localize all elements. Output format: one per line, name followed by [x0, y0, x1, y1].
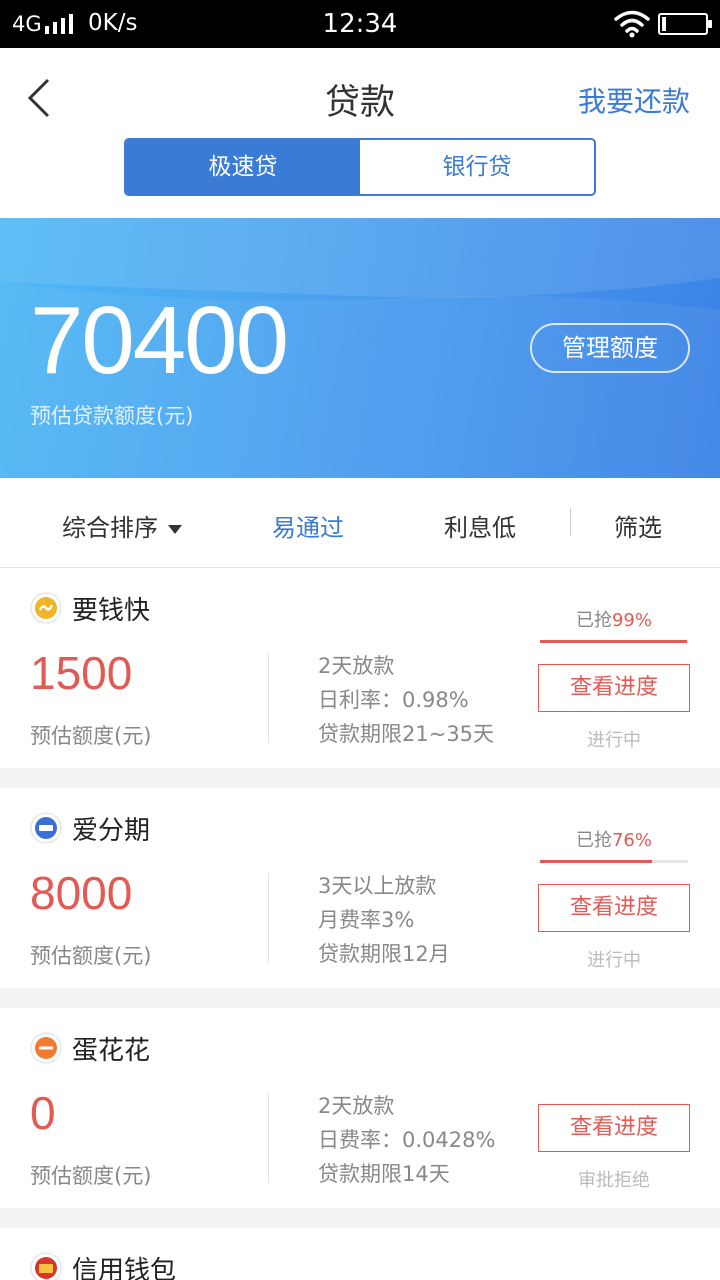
- product-name: 爱分期: [72, 816, 151, 846]
- clock: 12:34: [322, 9, 398, 39]
- product-detail: 贷款期限14天: [318, 1162, 450, 1186]
- sort-easy-pass[interactable]: 易通过: [272, 508, 344, 543]
- sort-divider: [570, 508, 571, 536]
- battery-icon: [658, 13, 712, 35]
- product-detail: 贷款期限21~35天: [318, 722, 495, 746]
- grab-progress-bar: [540, 640, 688, 643]
- product-name: 信用钱包: [72, 1256, 177, 1280]
- product-amount: 8000: [30, 867, 133, 919]
- estimated-amount-label: 预估贷款额度(元): [30, 404, 194, 428]
- grab-percent: 99%: [611, 610, 652, 631]
- loan-card[interactable]: 蛋花花 0 预估额度(元) 2天放款 日费率：0.0428% 贷款期限14天 查…: [0, 1008, 720, 1208]
- check-progress-button[interactable]: 查看进度: [538, 664, 690, 712]
- loan-type-segment: 极速贷 银行贷: [124, 138, 596, 196]
- grab-progress-fill: [540, 640, 687, 643]
- wifi-icon: [614, 10, 650, 38]
- manage-credit-button[interactable]: 管理额度: [530, 323, 690, 373]
- application-status: 进行中: [587, 730, 641, 751]
- product-amount: 0: [30, 1087, 56, 1139]
- card-divider: [268, 873, 269, 963]
- grab-prefix: 已抢: [575, 610, 612, 631]
- grab-rate: 已抢76%: [540, 826, 688, 852]
- sort-bar: 综合排序 易通过 利息低 筛选: [0, 478, 720, 568]
- check-progress-button[interactable]: 查看进度: [538, 884, 690, 932]
- repay-link[interactable]: 我要还款: [578, 80, 690, 120]
- card-divider: [268, 653, 269, 743]
- navbar: 贷款 我要还款 极速贷 银行贷: [0, 48, 720, 218]
- grab-prefix: 已抢: [575, 830, 612, 851]
- product-detail: 3天以上放款: [318, 874, 437, 898]
- tab-fast-loan[interactable]: 极速贷: [126, 140, 360, 194]
- aifenqi-logo-icon: [30, 812, 62, 844]
- product-amount-label: 预估额度(元): [30, 1164, 152, 1188]
- tab-bank-loan[interactable]: 银行贷: [360, 140, 594, 194]
- loan-card[interactable]: 爱分期 8000 预估额度(元) 3天以上放款 月费率3% 贷款期限12月 已抢…: [0, 788, 720, 988]
- grab-percent: 76%: [611, 830, 652, 851]
- product-amount-label: 预估额度(元): [30, 724, 152, 748]
- back-arrow-icon[interactable]: [22, 76, 56, 120]
- application-status: 审批拒绝: [578, 1170, 650, 1191]
- sort-low-interest[interactable]: 利息低: [444, 508, 516, 543]
- sort-comprehensive[interactable]: 综合排序: [62, 508, 182, 543]
- product-amount: 1500: [30, 647, 133, 699]
- product-amount-label: 预估额度(元): [30, 944, 152, 968]
- check-progress-button[interactable]: 查看进度: [538, 1104, 690, 1152]
- product-detail: 贷款期限12月: [318, 942, 450, 966]
- loan-card[interactable]: 信用钱包: [0, 1228, 720, 1280]
- product-detail: 2天放款: [318, 654, 395, 678]
- product-name: 蛋花花: [72, 1036, 151, 1066]
- loan-card[interactable]: 要钱快 1500 预估额度(元) 2天放款 日利率：0.98% 贷款期限21~3…: [0, 568, 720, 768]
- yaoqiankuai-logo-icon: [30, 592, 62, 624]
- estimated-amount: 70400: [30, 287, 289, 394]
- grab-rate: 已抢99%: [540, 606, 688, 632]
- sort-comprehensive-label: 综合排序: [62, 514, 158, 542]
- card-divider: [268, 1093, 269, 1183]
- filter-button[interactable]: 筛选: [614, 508, 662, 543]
- credit-banner: 70400 预估贷款额度(元) 管理额度: [0, 218, 720, 478]
- application-status: 进行中: [587, 950, 641, 971]
- status-bar: 4G 0K/s 12:34: [0, 0, 720, 48]
- product-detail: 2天放款: [318, 1094, 395, 1118]
- grab-progress-fill: [540, 860, 653, 863]
- product-name: 要钱快: [72, 596, 151, 626]
- product-detail: 日费率：0.0428%: [318, 1128, 496, 1152]
- product-detail: 月费率3%: [318, 908, 415, 932]
- dropdown-caret-icon: [168, 524, 182, 534]
- product-detail: 日利率：0.98%: [318, 688, 469, 712]
- xinyongqianbao-logo-icon: [30, 1252, 62, 1280]
- danhuahua-logo-icon: [30, 1032, 62, 1064]
- grab-progress-bar: [540, 860, 688, 863]
